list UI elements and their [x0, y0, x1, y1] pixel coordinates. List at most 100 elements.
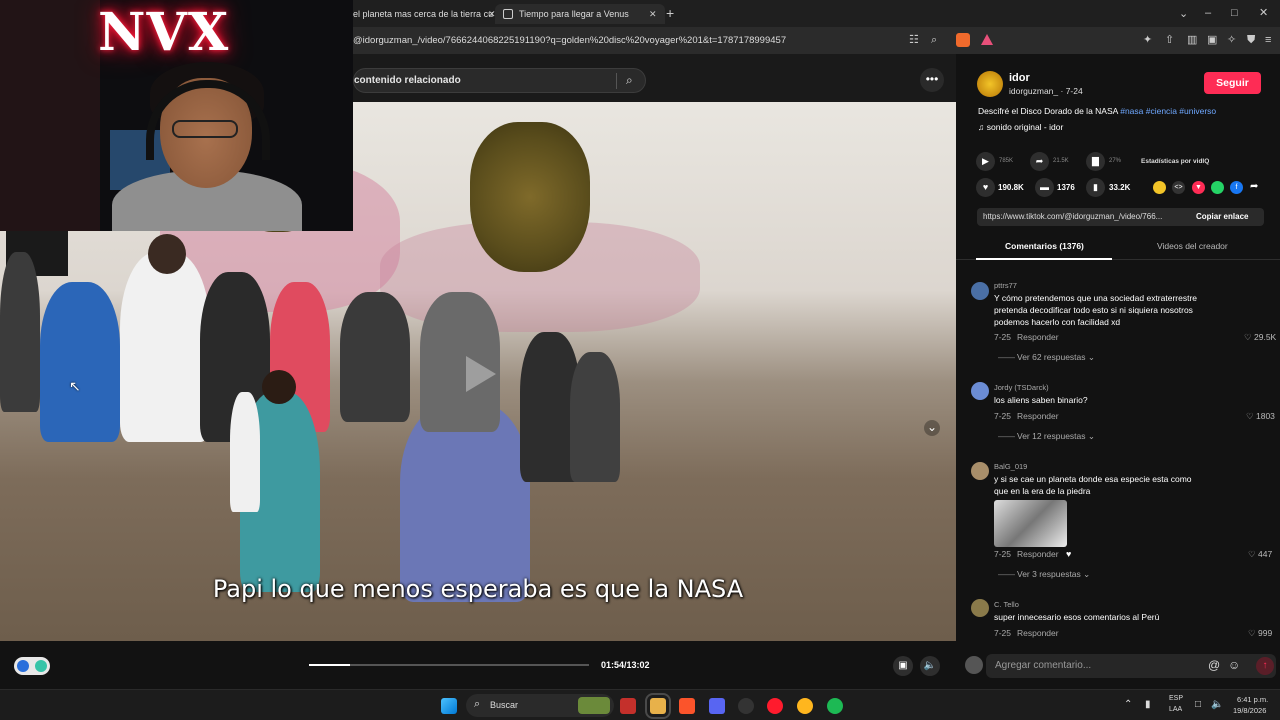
discord-icon[interactable] [709, 698, 725, 714]
share-icon[interactable]: ⇧ [1165, 35, 1174, 46]
microphone-icon[interactable]: ▮ [1145, 699, 1151, 710]
comment-input[interactable]: Agregar comentario... @ ☺ [986, 654, 1276, 678]
language-bottom[interactable]: LAA [1169, 706, 1182, 713]
comment-icon[interactable]: ▬ [1035, 178, 1054, 197]
comment-input-placeholder[interactable]: Agregar comentario... [995, 660, 1091, 671]
file-explorer-icon[interactable] [645, 693, 671, 719]
comment-user[interactable]: pttrs77 [994, 281, 1017, 290]
language-top[interactable]: ESP [1169, 695, 1183, 702]
address-bar[interactable]: @idorguzman_/video/7666244068225191190?q… [353, 27, 1280, 54]
author-handle[interactable]: idorguzman_ · 7-24 [1009, 86, 1083, 96]
network-icon[interactable]: □ [1195, 699, 1201, 710]
close-window-icon[interactable]: ✕ [1259, 8, 1268, 19]
share-icon[interactable]: ➦ [1030, 152, 1049, 171]
whatsapp-icon[interactable] [1211, 181, 1224, 194]
leo-icon[interactable]: ✧ [1227, 35, 1236, 46]
avatar[interactable] [971, 599, 989, 617]
menu-icon[interactable]: ≡ [1265, 35, 1271, 46]
chevron-down-icon[interactable]: ⌄ [1179, 9, 1188, 20]
related-search-placeholder[interactable]: contenido relacionado [354, 75, 461, 86]
translate-icon[interactable]: ☷ [909, 35, 919, 46]
url-text[interactable]: @idorguzman_/video/7666244068225191190?q… [353, 35, 786, 46]
sidebar-icon[interactable]: ▥ [1187, 35, 1197, 46]
follow-button[interactable]: Seguir [1204, 72, 1261, 94]
music-line[interactable]: ♫ sonido original - idor [978, 122, 1063, 132]
more-options-button[interactable]: ••• [920, 68, 944, 92]
avatar[interactable] [971, 462, 989, 480]
rewards-icon[interactable] [981, 34, 993, 45]
app-icon[interactable] [797, 698, 813, 714]
search-icon[interactable]: ⌕ [626, 73, 633, 88]
heart-icon[interactable]: ♥ [976, 178, 995, 197]
embed-icon[interactable]: <> [1172, 181, 1185, 194]
author-name[interactable]: idor [1009, 72, 1030, 84]
brave-shield-icon[interactable] [956, 33, 970, 47]
autoscroll-toggle[interactable] [14, 657, 50, 675]
extensions-icon[interactable]: ✦ [1143, 35, 1152, 46]
comment-user[interactable]: C. Tello [994, 600, 1019, 609]
clock-date[interactable]: 19/8/2026 [1233, 706, 1266, 715]
taskbar-search[interactable]: ⌕ Buscar [466, 694, 614, 717]
bookmark-icon[interactable]: ▮ [1086, 178, 1105, 197]
opera-icon[interactable] [767, 698, 783, 714]
view-replies-button[interactable]: Ver 3 respuestas ⌄ [1017, 569, 1090, 580]
more-share-icon[interactable]: ➦ [1250, 181, 1258, 192]
comment-like[interactable]: ♡ 999 [1248, 628, 1272, 639]
comment-text: pretenda decodificar todo esto si ni siq… [994, 305, 1193, 315]
volume-icon[interactable]: 🔈 [1211, 699, 1223, 710]
spotify-icon[interactable] [827, 698, 843, 714]
mini-player-icon[interactable]: ▣ [893, 656, 913, 676]
tab-active[interactable]: Tiempo para llegar a Venus [495, 4, 665, 24]
maximize-icon[interactable]: □ [1231, 8, 1238, 19]
vpn-icon[interactable]: ⛊ [1247, 35, 1255, 46]
send-icon[interactable]: ▼ [1192, 181, 1205, 194]
coin-icon[interactable] [1153, 181, 1166, 194]
stats-icon[interactable]: ▇ [1086, 152, 1105, 171]
view-replies-button[interactable]: Ver 62 respuestas ⌄ [1017, 352, 1095, 363]
copy-link-button[interactable]: Copiar enlace [1196, 212, 1248, 221]
video-link[interactable]: https://www.tiktok.com/@idorguzman_/vide… [983, 212, 1162, 221]
music-label[interactable]: sonido original - idor [987, 122, 1064, 132]
mention-icon[interactable]: @ [1208, 658, 1220, 672]
tab-creator-videos[interactable]: Videos del creador [1157, 241, 1228, 251]
volume-icon[interactable]: 🔈 [920, 656, 940, 676]
avatar[interactable] [971, 382, 989, 400]
comment-like[interactable]: ♡ 29.5K [1244, 332, 1276, 343]
new-tab-plus-icon[interactable]: + [666, 5, 674, 21]
author-avatar[interactable] [977, 71, 1003, 97]
emoji-icon[interactable]: ☺ [1228, 658, 1240, 672]
windows-start-icon[interactable] [441, 698, 457, 714]
facebook-icon[interactable]: f [1230, 181, 1243, 194]
comment-image[interactable] [994, 500, 1067, 547]
reply-button[interactable]: Responder [1017, 332, 1059, 342]
clock-time[interactable]: 6:41 p.m. [1237, 695, 1268, 704]
related-search-box[interactable]: contenido relacionado ⌕ [353, 68, 646, 93]
comment-user[interactable]: BalG_019 [994, 462, 1027, 471]
close-icon[interactable]: ✕ [649, 9, 657, 20]
youtube-icon[interactable] [620, 698, 636, 714]
chevron-up-icon[interactable]: ⌃ [1124, 699, 1132, 710]
view-replies-button[interactable]: Ver 12 respuestas ⌄ [1017, 431, 1095, 442]
play-icon[interactable] [466, 356, 496, 392]
tab[interactable]: el planeta mas cerca de la tierra cuan [353, 4, 493, 24]
heart-icon: ♡ [1248, 628, 1256, 638]
reply-button[interactable]: Responder [1017, 549, 1059, 559]
zoom-icon[interactable]: ⌕ [931, 35, 937, 46]
avatar[interactable] [971, 282, 989, 300]
reply-button[interactable]: Responder [1017, 411, 1059, 421]
send-comment-icon[interactable]: ↑ [1256, 657, 1274, 675]
next-video-chevron-icon[interactable]: ⌄ [924, 420, 940, 436]
comment-like[interactable]: ♡ 1803 [1246, 411, 1275, 422]
hashtags[interactable]: #nasa #ciencia #universo [1120, 106, 1216, 116]
minimize-icon[interactable]: – [1205, 8, 1211, 19]
progress-track[interactable] [309, 664, 589, 666]
play-icon[interactable]: ▶ [976, 152, 995, 171]
reply-button[interactable]: Responder [1017, 628, 1059, 638]
brave-icon[interactable] [679, 698, 695, 714]
comment-like[interactable]: ♡ 447 [1248, 549, 1272, 560]
steam-icon[interactable] [738, 698, 754, 714]
tab-label: Tiempo para llegar a Venus [519, 9, 629, 19]
comment-user[interactable]: Jordy (TSDarck) [994, 383, 1049, 392]
tab-comments[interactable]: Comentarios (1376) [1005, 241, 1084, 251]
wallet-icon[interactable]: ▣ [1207, 35, 1217, 46]
